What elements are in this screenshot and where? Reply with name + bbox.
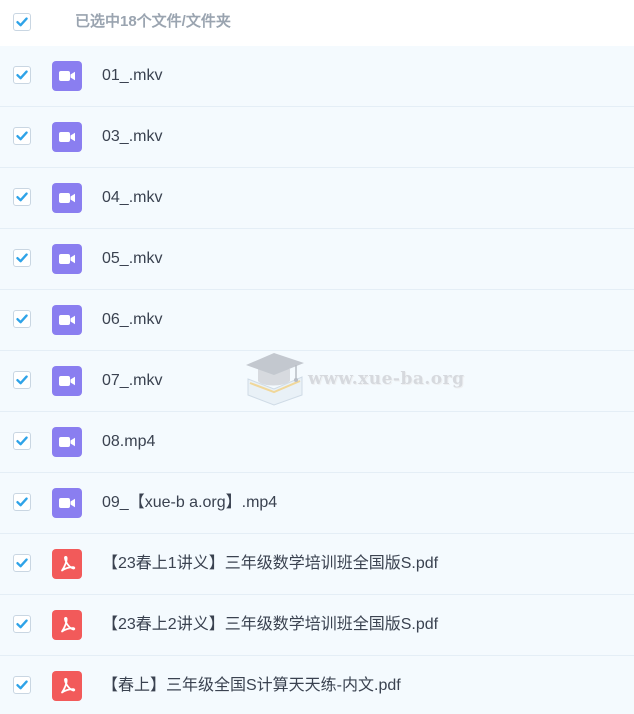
video-camera-icon [52,488,82,518]
video-camera-icon [52,427,82,457]
file-checkbox[interactable] [13,615,31,633]
file-row[interactable]: 【春上】三年级全国S计算天天练-内文.pdf [0,656,634,714]
file-row[interactable]: 03_.mkv [0,107,634,168]
file-name[interactable]: 06_.mkv [102,310,162,330]
video-camera-icon [52,366,82,396]
file-name[interactable]: 07_.mkv [102,371,162,391]
file-checkbox[interactable] [13,554,31,572]
file-row[interactable]: 06_.mkv [0,290,634,351]
checkmark-icon [16,314,28,324]
checkmark-icon [16,680,28,690]
file-row[interactable]: 【23春上1讲义】三年级数学培训班全国版S.pdf [0,534,634,595]
checkmark-icon [16,619,28,629]
video-camera-icon [52,305,82,335]
file-name[interactable]: 【23春上2讲义】三年级数学培训班全国版S.pdf [102,615,438,635]
checkmark-icon [16,17,28,27]
file-checkbox[interactable] [13,371,31,389]
file-row[interactable]: 【23春上2讲义】三年级数学培训班全国版S.pdf [0,595,634,656]
video-camera-icon [52,183,82,213]
file-checkbox[interactable] [13,432,31,450]
file-row[interactable]: 08.mp4 [0,412,634,473]
checkmark-icon [16,558,28,568]
pdf-icon [52,549,82,579]
checkmark-icon [16,497,28,507]
file-name[interactable]: 04_.mkv [102,188,162,208]
file-name[interactable]: 08.mp4 [102,432,155,452]
file-name[interactable]: 01_.mkv [102,66,162,86]
file-checkbox[interactable] [13,676,31,694]
selection-count-text: 已选中18个文件/文件夹 [75,13,231,30]
selection-header: 已选中18个文件/文件夹 [0,0,634,46]
file-row[interactable]: 09_【xue-b a.org】.mp4 [0,473,634,534]
file-row[interactable]: 01_.mkv [0,46,634,107]
checkmark-icon [16,436,28,446]
file-name[interactable]: 09_【xue-b a.org】.mp4 [102,493,277,513]
pdf-icon [52,610,82,640]
select-all-checkbox[interactable] [13,13,31,31]
file-checkbox[interactable] [13,310,31,328]
file-checkbox[interactable] [13,66,31,84]
file-name[interactable]: 【23春上1讲义】三年级数学培训班全国版S.pdf [102,554,438,574]
graduation-cap-icon [246,353,304,406]
pdf-icon [52,671,82,701]
file-row[interactable]: 05_.mkv [0,229,634,290]
video-camera-icon [52,61,82,91]
file-checkbox[interactable] [13,493,31,511]
file-name[interactable]: 03_.mkv [102,127,162,147]
file-row[interactable]: 04_.mkv [0,168,634,229]
file-checkbox[interactable] [13,249,31,267]
checkmark-icon [16,375,28,385]
watermark-text: www.xue-ba.org [308,369,465,389]
video-camera-icon [52,122,82,152]
watermark: www.xue-ba.org [244,349,464,407]
file-name[interactable]: 【春上】三年级全国S计算天天练-内文.pdf [102,676,401,696]
checkmark-icon [16,253,28,263]
checkmark-icon [16,192,28,202]
checkmark-icon [16,131,28,141]
file-checkbox[interactable] [13,127,31,145]
file-name[interactable]: 05_.mkv [102,249,162,269]
video-camera-icon [52,244,82,274]
checkmark-icon [16,70,28,80]
file-checkbox[interactable] [13,188,31,206]
